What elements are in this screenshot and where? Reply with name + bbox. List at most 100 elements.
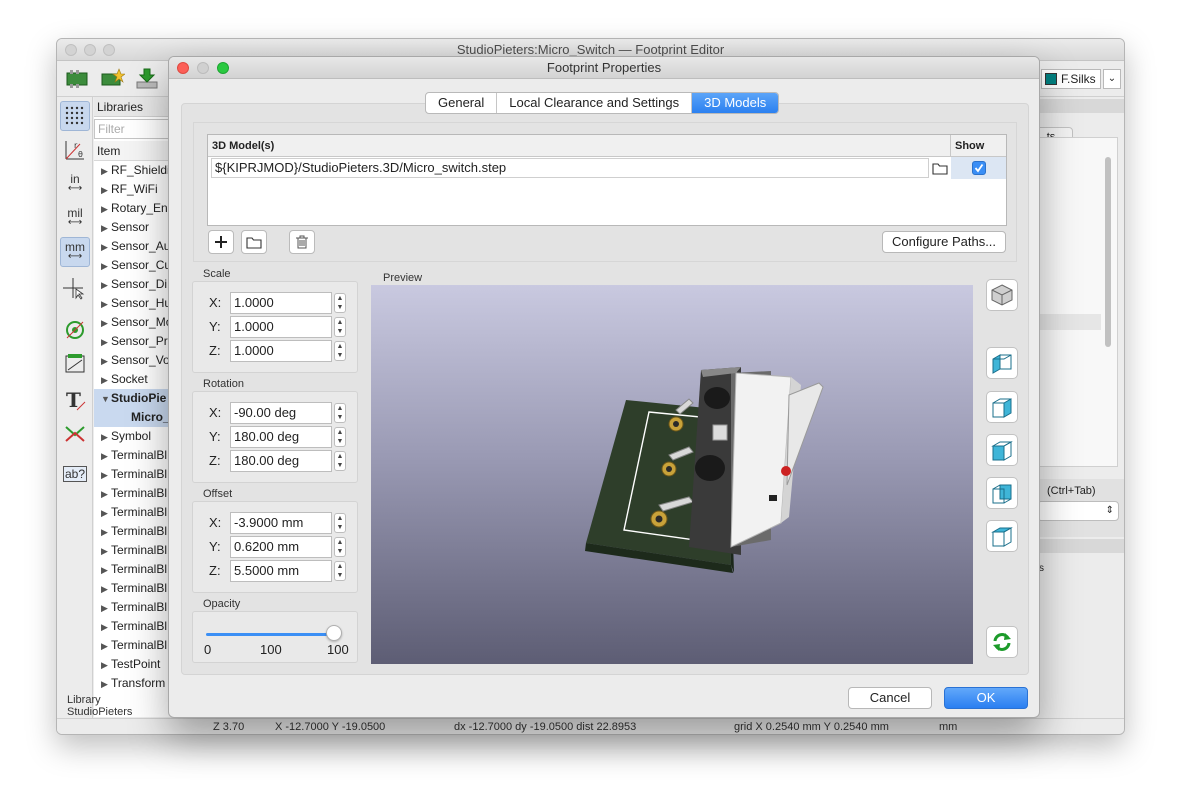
triangle-right-icon[interactable]: ▶ [101,200,111,218]
triangle-right-icon[interactable]: ▶ [101,504,111,522]
model-path-field[interactable]: ${KIPRJMOD}/StudioPieters.3D/Micro_switc… [211,158,929,178]
polar-coords-button[interactable]: rθ [60,135,90,165]
show-cell[interactable] [951,157,1006,179]
scale-z-input[interactable]: 1.0000 [230,340,332,362]
rotation-z-input[interactable]: 180.00 deg [230,450,332,472]
3d-preview-canvas[interactable] [371,285,973,664]
high-contrast-button[interactable] [60,419,90,449]
library-item[interactable]: ▶ Sensor_Au [94,237,174,256]
browse-folder-button[interactable] [929,158,951,178]
library-item[interactable]: ▼StudioPie [94,389,174,408]
library-item[interactable]: ▶ Rotary_Enc [94,199,174,218]
library-item[interactable]: ▶ Sensor_Pr [94,332,174,351]
triangle-right-icon[interactable]: ▶ [101,656,111,674]
library-item[interactable]: ▶ Transform [94,674,174,693]
library-item[interactable]: ▶ Sensor_Cu [94,256,174,275]
library-item[interactable]: ▶ TerminalBl [94,446,174,465]
dialog-zoom-dot[interactable] [217,62,229,74]
show-checkbox[interactable] [971,161,986,175]
library-item[interactable]: ▶ TerminalBl [94,636,174,655]
new-footprint-button[interactable] [62,65,92,93]
offset-y-input[interactable]: 0.6200 mm [230,536,332,558]
triangle-right-icon[interactable]: ▶ [101,523,111,541]
library-item[interactable]: ▶ TerminalBl [94,598,174,617]
layer-dropdown-button[interactable]: ⌄ [1103,69,1121,89]
main-close-dot[interactable] [65,44,77,56]
library-item[interactable]: ▶ Sensor_Di [94,275,174,294]
triangle-right-icon[interactable]: ▶ [101,580,111,598]
scale-x-input[interactable]: 1.0000 [230,292,332,314]
main-minimize-dot[interactable] [84,44,96,56]
triangle-right-icon[interactable]: ▶ [101,333,111,351]
library-footprint-item[interactable]: Micro_ [94,408,174,427]
triangle-right-icon[interactable]: ▶ [101,675,111,693]
library-item[interactable]: ▶ TerminalBl [94,522,174,541]
scale-x-stepper[interactable]: ▲ ▼ [334,293,346,313]
rotation-x-input[interactable]: -90.00 deg [230,402,332,424]
cancel-button[interactable]: Cancel [848,687,932,709]
triangle-right-icon[interactable]: ▶ [101,618,111,636]
library-item[interactable]: ▶ RF_Shieldi [94,161,174,180]
rotation-x-stepper[interactable]: ▲ ▼ [334,403,346,423]
offset-z-stepper[interactable]: ▲ ▼ [334,561,346,581]
triangle-right-icon[interactable]: ▶ [101,428,111,446]
library-item[interactable]: ▶ Sensor [94,218,174,237]
library-filter-input[interactable]: Filter [94,119,174,139]
view-right-button[interactable] [986,391,1018,423]
right-dropdown[interactable]: ⇕ [1037,501,1119,521]
triangle-right-icon[interactable]: ▶ [101,561,111,579]
offset-x-input[interactable]: -3.9000 mm [230,512,332,534]
table-row[interactable]: ${KIPRJMOD}/StudioPieters.3D/Micro_switc… [208,157,1006,179]
triangle-right-icon[interactable]: ▶ [101,599,111,617]
view-back-button[interactable] [986,477,1018,509]
triangle-right-icon[interactable]: ▶ [101,542,111,560]
main-zoom-dot[interactable] [103,44,115,56]
triangle-right-icon[interactable]: ▶ [101,162,111,180]
cursor-shape-button[interactable] [60,273,90,303]
view-top-button[interactable] [986,520,1018,552]
scale-y-input[interactable]: 1.0000 [230,316,332,338]
pad-sketch-button[interactable] [60,315,90,345]
add-model-button[interactable] [208,230,234,254]
library-item[interactable]: ▶ TerminalBl [94,541,174,560]
show-grid-button[interactable] [60,101,90,131]
triangle-right-icon[interactable]: ▶ [101,371,111,389]
triangle-right-icon[interactable]: ▶ [101,257,111,275]
triangle-right-icon[interactable]: ▶ [101,352,111,370]
rotation-y-input[interactable]: 180.00 deg [230,426,332,448]
triangle-right-icon[interactable]: ▶ [101,295,111,313]
scale-y-stepper[interactable]: ▲ ▼ [334,317,346,337]
reload-3d-button[interactable] [986,626,1018,658]
library-item[interactable]: ▶ Sensor_Hu [94,294,174,313]
mm-units-button[interactable]: mm ⟷ [60,237,90,267]
delete-model-button[interactable] [289,230,315,254]
view-front-button[interactable] [986,434,1018,466]
graphic-sketch-button[interactable] [60,349,90,379]
triangle-right-icon[interactable]: ▶ [101,447,111,465]
opacity-slider-track[interactable] [206,633,336,636]
offset-x-stepper[interactable]: ▲ ▼ [334,513,346,533]
library-item[interactable]: ▶ TestPoint [94,655,174,674]
triangle-right-icon[interactable]: ▶ [101,219,111,237]
tab-general[interactable]: General [426,93,498,113]
opacity-slider-thumb[interactable] [326,625,342,641]
library-item[interactable]: ▶ Sensor_Vo [94,351,174,370]
create-footprint-wizard-button[interactable] [97,65,127,93]
view-iso-button[interactable] [986,279,1018,311]
layer-selector[interactable]: F.Silks [1041,69,1101,89]
text-sketch-button[interactable]: T [60,385,90,415]
scale-z-stepper[interactable]: ▲ ▼ [334,341,346,361]
mil-units-button[interactable]: mil ⟷ [60,203,90,233]
text-field-button[interactable]: ab? [60,459,90,489]
library-item[interactable]: ▶ TerminalBl [94,579,174,598]
tab-local-clearance[interactable]: Local Clearance and Settings [497,93,693,113]
inch-units-button[interactable]: in ⟷ [60,169,90,199]
library-item[interactable]: ▶ TerminalBl [94,503,174,522]
offset-y-stepper[interactable]: ▲ ▼ [334,537,346,557]
library-item[interactable]: ▶ RF_WiFi [94,180,174,199]
triangle-right-icon[interactable]: ▶ [101,314,111,332]
ok-button[interactable]: OK [944,687,1028,709]
rotation-y-stepper[interactable]: ▲ ▼ [334,427,346,447]
tab-3d-models[interactable]: 3D Models [692,93,779,113]
library-item[interactable]: ▶ TerminalBl [94,560,174,579]
